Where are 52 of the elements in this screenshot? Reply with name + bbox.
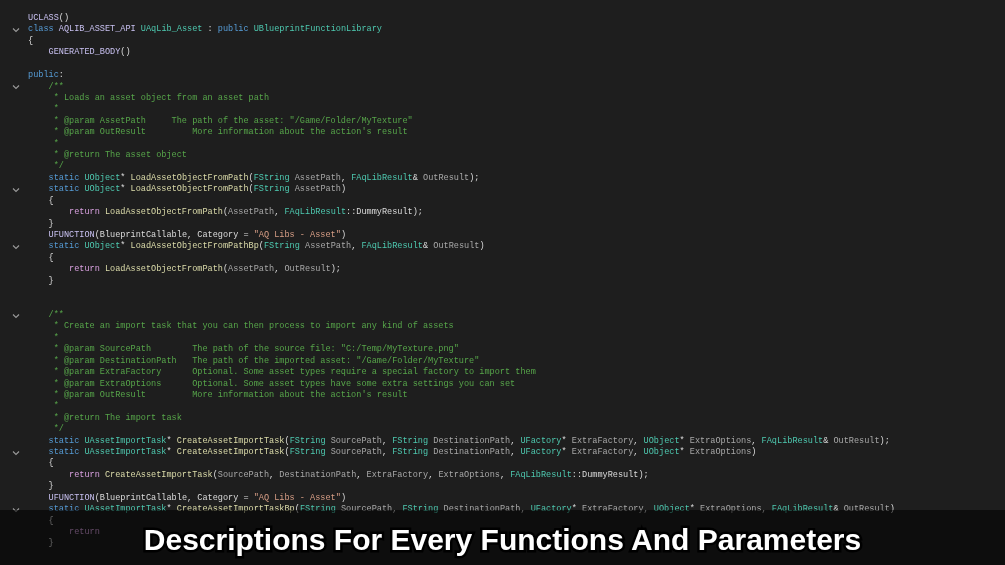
code-line: * @return The import task (52, 412, 182, 424)
code-line: static UAssetImportTask* CreateAssetImportTask(FString SourcePath, FString DestinationPath, UFactory* ExtraFactory, UObject* ExtraOptions) (47, 447, 757, 458)
code-line: } (47, 275, 54, 288)
code-line: * @return The asset object (52, 150, 187, 161)
code-line: UCLASS() (28, 13, 70, 24)
code-line: return (68, 527, 100, 539)
fold-chevron-icon[interactable] (12, 449, 20, 456)
code-line: UFUNCTION(BlueprintCallable, Category = "AQ Libs - Asset") (47, 492, 347, 504)
code-line: * @param SourcePath The path of the source file: "C:/Temp/MyTexture.png" (52, 344, 459, 356)
code-line: return LoadAssetObjectFromPath(AssetPath, FAqLibResult::DummyResult); (68, 207, 423, 219)
code-line: static UObject* LoadAssetObjectFromPath(FString AssetPath, FAqLibResult& OutResult); (47, 172, 480, 184)
fold-chevron-icon[interactable] (12, 84, 20, 91)
code-line: { (28, 35, 34, 48)
code-line: * @param AssetPath The path of the asset: "/Game/Folder/MyTexture" (52, 115, 413, 127)
code-line: class AQLIB_ASSET_API UAqLib_Asset : public UBlueprintFunctionLibrary (28, 24, 382, 36)
code-line: * @param ExtraFactory Optional. Some asset types require a special factory to import them (52, 367, 536, 379)
code-line: /** (47, 81, 64, 93)
code-line: * (52, 104, 59, 116)
code-line: UFUNCTION(BlueprintCallable, Category = "AQ Libs - Asset") (47, 230, 347, 241)
code-line: } (47, 538, 54, 550)
code-line: /** (47, 309, 64, 321)
code-line: * (52, 332, 59, 344)
code-line: { (47, 458, 54, 470)
code-line: { (47, 195, 54, 208)
code-line: * @param OutResult More information about the action's result (52, 127, 408, 139)
code-line: } (47, 218, 54, 231)
fold-chevron-icon[interactable] (12, 312, 20, 319)
code-line: GENERATED_BODY() (47, 47, 131, 59)
code-line: static UAssetImportTask* CreateAssetImportTask(FString SourcePath, FString DestinationPath, UFactory* ExtraFactory, UObject* ExtraOptions, FAqLibResult& OutResult); (47, 435, 890, 447)
code-line: static UObject* LoadAssetObjectFromPathBp(FString AssetPath, FAqLibResult& OutResult) (47, 241, 485, 253)
code-line: * @param OutResult More information about the action's result (52, 389, 408, 401)
code-line: */ (52, 161, 64, 173)
code-line: */ (52, 424, 64, 436)
code-line: public: (28, 70, 64, 82)
code-line: * @param ExtraOptions Optional. Some asset types have some extra settings you can set (52, 378, 516, 390)
code-line: static UObject* LoadAssetObjectFromPath(FString AssetPath) (47, 184, 347, 196)
code-line: * (52, 138, 59, 150)
code-line: * Loads an asset object from an asset path (52, 92, 270, 104)
code-line: * @param DestinationPath The path of the imported asset: "/Game/Folder/MyTexture" (52, 355, 480, 367)
code-line: return LoadAssetObjectFromPath(AssetPath, OutResult); (68, 264, 341, 276)
fold-chevron-icon[interactable] (12, 187, 20, 194)
code-line: static UAssetImportTask* CreateAssetImportTaskBp(FString SourcePath, FString DestinationPath, UFactory* ExtraFactory, UObject* ExtraOptions, FAqLibResult& OutResult) (47, 504, 895, 516)
code-line: * (52, 401, 59, 413)
code-line: return CreateAssetImportTask(SourcePath, DestinationPath, ExtraFactory, ExtraOptions, FAqLibResult::DummyResult); (68, 469, 649, 482)
caption: Descriptions For Every Functions And Parameters (143, 521, 862, 558)
code-line: { (47, 252, 54, 265)
code-line: } (47, 481, 54, 493)
fold-chevron-icon[interactable] (12, 506, 20, 513)
code-line: { (47, 515, 54, 527)
code-line: * Create an import task that you can then process to import any kind of assets (52, 321, 454, 333)
fold-chevron-icon[interactable] (12, 244, 20, 251)
fold-chevron-icon[interactable] (12, 27, 20, 34)
